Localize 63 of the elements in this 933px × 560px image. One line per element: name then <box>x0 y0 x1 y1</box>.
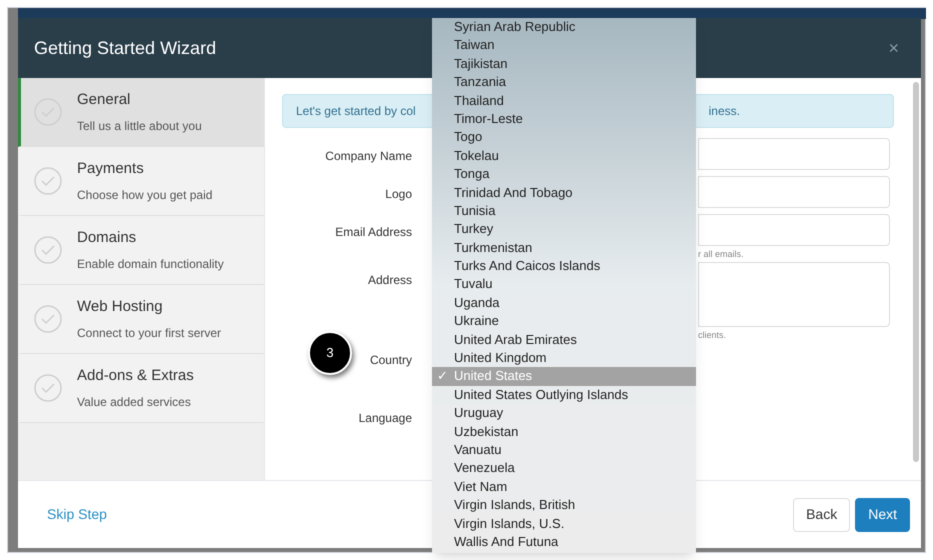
next-button[interactable]: Next <box>855 498 910 532</box>
dropdown-option[interactable]: Taiwan <box>432 36 696 55</box>
input-field[interactable] <box>698 176 890 208</box>
dropdown-option[interactable]: Virgin Islands, British <box>432 496 696 515</box>
dropdown-option[interactable]: Turkey <box>432 220 696 239</box>
help-text: clients. <box>698 328 728 342</box>
dropdown-option[interactable]: Ukraine <box>432 312 696 331</box>
dropdown-option[interactable]: United Kingdom <box>432 349 696 368</box>
step-title: Web Hosting <box>77 296 164 317</box>
dropdown-option[interactable]: Uzbekistan <box>432 422 696 441</box>
dropdown-option[interactable]: Tokelau <box>432 146 696 166</box>
step-title: Domains <box>77 228 138 248</box>
dropdown-option[interactable]: United Arab Emirates <box>432 330 696 350</box>
step-number-badge: 3 <box>308 331 352 375</box>
dropdown-option[interactable]: Trinidad And Tobago <box>432 184 696 202</box>
dropdown-option[interactable]: Tunisia <box>432 202 696 220</box>
field-label: Address <box>368 272 412 286</box>
address-field[interactable] <box>698 262 890 326</box>
input-field[interactable] <box>698 138 890 170</box>
field-label: Email Address <box>335 224 412 238</box>
dropdown-option[interactable]: Virgin Islands, U.S. <box>432 514 696 533</box>
field-label: Country <box>370 352 412 366</box>
back-button[interactable]: Back <box>793 498 850 532</box>
step-subtitle: Enable domain functionality <box>77 256 224 274</box>
wizard-step[interactable]: General Tell us a little about you <box>18 78 264 147</box>
dropdown-option[interactable]: Tuvalu <box>432 275 696 294</box>
dropdown-option[interactable]: Venezuela <box>432 459 696 478</box>
alert-text: Let's get started by col <box>296 103 416 120</box>
step-title: Add-ons & Extras <box>77 366 194 386</box>
dropdown-option[interactable]: Tanzania <box>432 73 696 92</box>
alert-text: iness. <box>708 103 740 120</box>
check-circle-icon <box>33 166 63 196</box>
step-title: Payments <box>77 158 145 179</box>
dropdown-option[interactable]: Uganda <box>432 294 696 312</box>
step-subtitle: Value added services <box>77 394 192 412</box>
close-button[interactable]: × <box>888 34 899 62</box>
step-subtitle: Connect to your first server <box>77 325 222 342</box>
step-title: General <box>77 90 132 110</box>
field-label: Logo <box>385 186 412 200</box>
dropdown-option[interactable]: Turkmenistan <box>432 238 696 258</box>
dropdown-option[interactable]: Tonga <box>432 165 696 184</box>
window-title: Getting Started Wizard <box>34 36 216 60</box>
dropdown-option[interactable]: Thailand <box>432 92 696 110</box>
dropdown-option[interactable]: Syrian Arab Republic <box>432 18 696 36</box>
field-label: Language <box>358 410 412 424</box>
dropdown-option[interactable]: Viet Nam <box>432 478 696 496</box>
field-label: Company Name <box>325 148 412 162</box>
check-circle-icon <box>33 304 63 334</box>
dropdown-option[interactable]: Togo <box>432 128 696 147</box>
dropdown-option[interactable]: Timor-Leste <box>432 110 696 128</box>
check-circle-icon <box>33 235 63 265</box>
dropdown-option[interactable]: Vanuatu <box>432 440 696 460</box>
dropdown-option[interactable]: Uruguay <box>432 404 696 423</box>
input-field[interactable] <box>698 214 890 246</box>
dropdown-option[interactable]: Tajikistan <box>432 54 696 74</box>
help-text: r all emails. <box>698 248 745 261</box>
step-subtitle: Choose how you get paid <box>77 187 212 204</box>
dropdown-option[interactable]: Turks And Caicos Islands <box>432 257 696 276</box>
dropdown-option[interactable]: Wallis And Futuna <box>432 532 696 552</box>
skip-step-link[interactable]: Skip Step <box>47 504 107 525</box>
dropdown-option[interactable]: United States Outlying Islands <box>432 386 696 404</box>
check-circle-icon <box>33 373 63 403</box>
step-subtitle: Tell us a little about you <box>77 118 202 136</box>
